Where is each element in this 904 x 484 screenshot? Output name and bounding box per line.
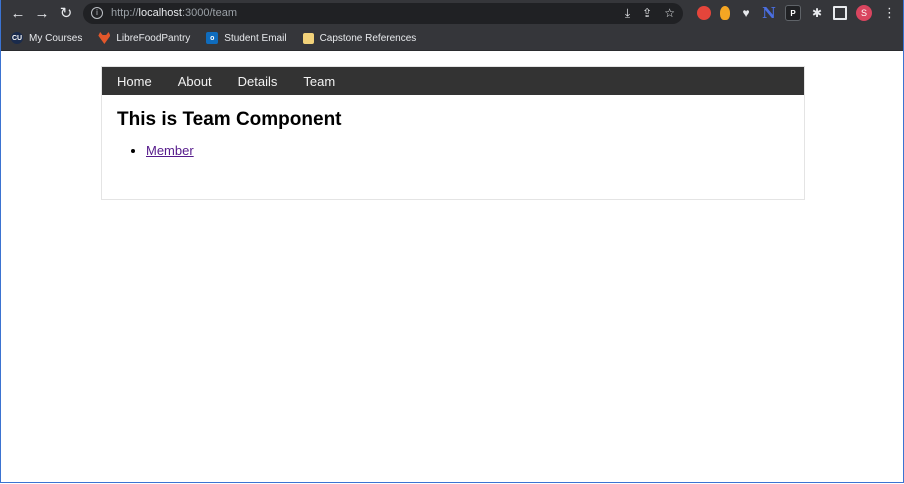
folder-icon <box>302 32 314 44</box>
n-extension-icon[interactable]: N <box>762 4 776 22</box>
list-item: Member <box>146 143 789 158</box>
forward-button[interactable]: → <box>31 2 53 24</box>
puzzle-icon[interactable]: ✱ <box>810 6 824 20</box>
omnibox-actions: ⤓ ⇪ ☆ <box>625 6 675 21</box>
bookmarks-bar: CU My Courses LibreFoodPantry o Student … <box>1 26 903 51</box>
reload-button[interactable]: ↻ <box>55 2 77 24</box>
bookmark-librefoodpantry[interactable]: LibreFoodPantry <box>98 32 190 44</box>
gitlab-fox-icon <box>98 32 111 44</box>
side-panel-icon[interactable] <box>833 6 847 20</box>
page-viewport: Home About Details Team This is Team Com… <box>1 51 903 482</box>
share-icon[interactable]: ⇪ <box>642 6 652 21</box>
bookmark-my-courses[interactable]: CU My Courses <box>11 32 82 44</box>
bookmark-label: My Courses <box>29 32 83 44</box>
browser-toolbar: ← → ↻ i http://localhost:3000/team ⤓ ⇪ ☆… <box>1 0 903 26</box>
cu-logo-icon: CU <box>11 32 23 44</box>
browser-window: ← → ↻ i http://localhost:3000/team ⤓ ⇪ ☆… <box>0 0 904 483</box>
back-button[interactable]: ← <box>7 2 29 24</box>
bookmark-label: Capstone References <box>319 32 417 44</box>
outlook-icon: o <box>206 32 219 44</box>
arrow-right-icon: → <box>34 4 50 22</box>
member-link[interactable]: Member <box>146 143 194 158</box>
app-container: Home About Details Team This is Team Com… <box>101 66 805 200</box>
reload-icon: ↻ <box>59 5 73 22</box>
menu-dots-icon[interactable]: ⋮ <box>883 5 896 21</box>
profile-avatar[interactable]: S <box>856 5 872 21</box>
p-extension-icon[interactable]: P <box>785 5 801 21</box>
url-path: :3000/team <box>181 7 237 19</box>
url-host: localhost <box>138 7 182 19</box>
bookmark-label: Student Email <box>224 32 287 44</box>
info-icon[interactable]: i <box>91 7 103 19</box>
arrow-left-icon: ← <box>10 4 26 22</box>
team-component: This is Team Component Member <box>102 95 804 172</box>
url-scheme: http:// <box>111 7 139 19</box>
bookmark-label: LibreFoodPantry <box>116 32 191 44</box>
top-navigation: Home About Details Team <box>102 67 804 95</box>
orange-extension-icon[interactable] <box>720 6 730 20</box>
address-bar[interactable]: i http://localhost:3000/team ⤓ ⇪ ☆ <box>83 2 683 24</box>
red-extension-icon[interactable] <box>697 6 711 20</box>
bookmark-capstone-references[interactable]: Capstone References <box>302 32 417 44</box>
bookmark-student-email[interactable]: o Student Email <box>206 32 287 44</box>
nav-details[interactable]: Details <box>238 74 278 89</box>
nav-team[interactable]: Team <box>303 74 335 89</box>
extensions-area: ♥ N P ✱ S ⋮ <box>697 4 896 22</box>
install-icon[interactable]: ⤓ <box>625 6 630 21</box>
nav-about[interactable]: About <box>178 74 212 89</box>
nav-home[interactable]: Home <box>117 74 152 89</box>
star-icon[interactable]: ☆ <box>664 6 675 21</box>
member-list: Member <box>117 143 789 158</box>
page-title: This is Team Component <box>117 109 342 130</box>
shield-extension-icon[interactable]: ♥ <box>739 6 753 20</box>
